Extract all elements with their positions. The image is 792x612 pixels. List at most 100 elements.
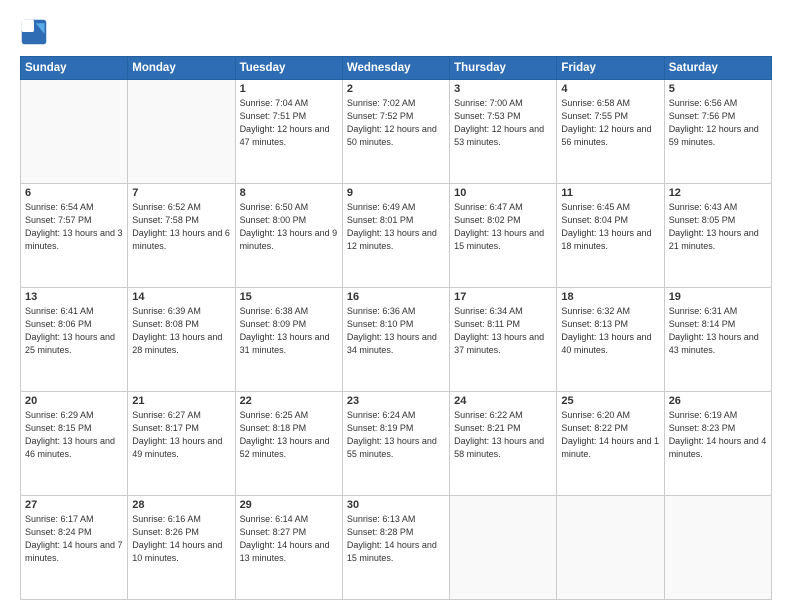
day-info: Sunrise: 6:45 AM Sunset: 8:04 PM Dayligh…	[561, 201, 659, 253]
calendar-cell: 13 Sunrise: 6:41 AM Sunset: 8:06 PM Dayli…	[21, 288, 128, 392]
calendar-cell: 7Sunrise: 6:52 AM Sunset: 7:58 PM Daylig…	[128, 184, 235, 288]
day-number: 7	[132, 187, 230, 199]
week-row-5: 27 Sunrise: 6:17 AM Sunset: 8:24 PM Dayli…	[21, 496, 772, 600]
day-number: 4	[561, 83, 659, 95]
day-number: 30	[347, 499, 445, 511]
day-info: Sunrise: 6:20 AM Sunset: 8:22 PM Dayligh…	[561, 409, 659, 461]
day-info: Sunrise: 6:58 AM Sunset: 7:55 PM Dayligh…	[561, 97, 659, 149]
day-info: Sunrise: 6:54 AM Sunset: 7:57 PM Dayligh…	[25, 201, 123, 253]
day-info: Sunrise: 6:13 AM Sunset: 8:28 PM Dayligh…	[347, 513, 445, 565]
day-info: Sunrise: 6:29 AM Sunset: 8:15 PM Dayligh…	[25, 409, 123, 461]
day-number: 28	[132, 499, 230, 511]
day-info: Sunrise: 6:27 AM Sunset: 8:17 PM Dayligh…	[132, 409, 230, 461]
day-number: 14	[132, 291, 230, 303]
day-info: Sunrise: 6:39 AM Sunset: 8:08 PM Dayligh…	[132, 305, 230, 357]
day-number: 23	[347, 395, 445, 407]
week-row-2: 6 Sunrise: 6:54 AM Sunset: 7:57 PM Daylig…	[21, 184, 772, 288]
day-number: 2	[347, 83, 445, 95]
day-number: 15	[240, 291, 338, 303]
weekday-header-tuesday: Tuesday	[235, 57, 342, 80]
day-number: 13	[25, 291, 123, 303]
day-number: 12	[669, 187, 767, 199]
day-number: 19	[669, 291, 767, 303]
day-number: 10	[454, 187, 552, 199]
calendar-cell: 24 Sunrise: 6:22 AM Sunset: 8:21 PM Dayli…	[450, 392, 557, 496]
calendar-cell: 12 Sunrise: 6:43 AM Sunset: 8:05 PM Dayli…	[664, 184, 771, 288]
day-number: 8	[240, 187, 338, 199]
calendar-cell: 6 Sunrise: 6:54 AM Sunset: 7:57 PM Daylig…	[21, 184, 128, 288]
day-info: Sunrise: 6:17 AM Sunset: 8:24 PM Dayligh…	[25, 513, 123, 565]
day-number: 17	[454, 291, 552, 303]
weekday-header-monday: Monday	[128, 57, 235, 80]
calendar-cell: 11 Sunrise: 6:45 AM Sunset: 8:04 PM Dayli…	[557, 184, 664, 288]
day-info: Sunrise: 6:14 AM Sunset: 8:27 PM Dayligh…	[240, 513, 338, 565]
calendar-cell: 20 Sunrise: 6:29 AM Sunset: 8:15 PM Dayli…	[21, 392, 128, 496]
day-info: Sunrise: 7:00 AM Sunset: 7:53 PM Dayligh…	[454, 97, 552, 149]
calendar-cell: 19 Sunrise: 6:31 AM Sunset: 8:14 PM Dayli…	[664, 288, 771, 392]
day-info: Sunrise: 6:32 AM Sunset: 8:13 PM Dayligh…	[561, 305, 659, 357]
day-number: 21	[132, 395, 230, 407]
day-info: Sunrise: 6:22 AM Sunset: 8:21 PM Dayligh…	[454, 409, 552, 461]
day-info: Sunrise: 6:31 AM Sunset: 8:14 PM Dayligh…	[669, 305, 767, 357]
calendar-cell: 5Sunrise: 6:56 AM Sunset: 7:56 PM Daylig…	[664, 80, 771, 184]
day-info: Sunrise: 6:19 AM Sunset: 8:23 PM Dayligh…	[669, 409, 767, 461]
calendar-table: SundayMondayTuesdayWednesdayThursdayFrid…	[20, 56, 772, 600]
header	[20, 18, 772, 46]
calendar-cell: 22 Sunrise: 6:25 AM Sunset: 8:18 PM Dayli…	[235, 392, 342, 496]
calendar-cell	[128, 80, 235, 184]
calendar-cell: 4 Sunrise: 6:58 AM Sunset: 7:55 PM Daylig…	[557, 80, 664, 184]
day-info: Sunrise: 6:43 AM Sunset: 8:05 PM Dayligh…	[669, 201, 767, 253]
day-info: Sunrise: 6:24 AM Sunset: 8:19 PM Dayligh…	[347, 409, 445, 461]
day-info: Sunrise: 6:56 AM Sunset: 7:56 PM Dayligh…	[669, 97, 767, 149]
day-number: 24	[454, 395, 552, 407]
day-number: 29	[240, 499, 338, 511]
calendar-cell	[21, 80, 128, 184]
calendar-cell: 23 Sunrise: 6:24 AM Sunset: 8:19 PM Dayli…	[342, 392, 449, 496]
calendar-cell: 2 Sunrise: 7:02 AM Sunset: 7:52 PM Daylig…	[342, 80, 449, 184]
logo	[20, 18, 52, 46]
calendar-cell: 26Sunrise: 6:19 AM Sunset: 8:23 PM Dayli…	[664, 392, 771, 496]
week-row-1: 1Sunrise: 7:04 AM Sunset: 7:51 PM Daylig…	[21, 80, 772, 184]
weekday-header-thursday: Thursday	[450, 57, 557, 80]
week-row-4: 20 Sunrise: 6:29 AM Sunset: 8:15 PM Dayli…	[21, 392, 772, 496]
calendar-cell: 15 Sunrise: 6:38 AM Sunset: 8:09 PM Dayli…	[235, 288, 342, 392]
calendar-cell: 29 Sunrise: 6:14 AM Sunset: 8:27 PM Dayli…	[235, 496, 342, 600]
weekday-header-friday: Friday	[557, 57, 664, 80]
day-info: Sunrise: 6:38 AM Sunset: 8:09 PM Dayligh…	[240, 305, 338, 357]
calendar-cell: 8 Sunrise: 6:50 AM Sunset: 8:00 PM Daylig…	[235, 184, 342, 288]
day-info: Sunrise: 6:49 AM Sunset: 8:01 PM Dayligh…	[347, 201, 445, 253]
calendar-cell: 30 Sunrise: 6:13 AM Sunset: 8:28 PM Dayli…	[342, 496, 449, 600]
calendar-cell: 9 Sunrise: 6:49 AM Sunset: 8:01 PM Daylig…	[342, 184, 449, 288]
day-info: Sunrise: 6:41 AM Sunset: 8:06 PM Dayligh…	[25, 305, 123, 357]
day-info: Sunrise: 7:04 AM Sunset: 7:51 PM Dayligh…	[240, 97, 338, 149]
weekday-header-saturday: Saturday	[664, 57, 771, 80]
calendar-cell: 3 Sunrise: 7:00 AM Sunset: 7:53 PM Daylig…	[450, 80, 557, 184]
day-number: 16	[347, 291, 445, 303]
weekday-header-wednesday: Wednesday	[342, 57, 449, 80]
calendar-cell	[664, 496, 771, 600]
day-number: 3	[454, 83, 552, 95]
day-info: Sunrise: 6:50 AM Sunset: 8:00 PM Dayligh…	[240, 201, 338, 253]
calendar-cell: 18 Sunrise: 6:32 AM Sunset: 8:13 PM Dayli…	[557, 288, 664, 392]
calendar-cell	[450, 496, 557, 600]
day-info: Sunrise: 6:47 AM Sunset: 8:02 PM Dayligh…	[454, 201, 552, 253]
calendar-cell: 25Sunrise: 6:20 AM Sunset: 8:22 PM Dayli…	[557, 392, 664, 496]
day-number: 20	[25, 395, 123, 407]
calendar-cell: 17 Sunrise: 6:34 AM Sunset: 8:11 PM Dayli…	[450, 288, 557, 392]
day-info: Sunrise: 6:16 AM Sunset: 8:26 PM Dayligh…	[132, 513, 230, 565]
day-number: 18	[561, 291, 659, 303]
logo-icon	[20, 18, 48, 46]
day-number: 27	[25, 499, 123, 511]
day-info: Sunrise: 6:25 AM Sunset: 8:18 PM Dayligh…	[240, 409, 338, 461]
day-number: 6	[25, 187, 123, 199]
calendar-cell: 10 Sunrise: 6:47 AM Sunset: 8:02 PM Dayli…	[450, 184, 557, 288]
calendar-cell	[557, 496, 664, 600]
day-number: 9	[347, 187, 445, 199]
calendar-cell: 16Sunrise: 6:36 AM Sunset: 8:10 PM Dayli…	[342, 288, 449, 392]
day-number: 22	[240, 395, 338, 407]
day-info: Sunrise: 7:02 AM Sunset: 7:52 PM Dayligh…	[347, 97, 445, 149]
day-number: 11	[561, 187, 659, 199]
calendar-cell: 14 Sunrise: 6:39 AM Sunset: 8:08 PM Dayli…	[128, 288, 235, 392]
calendar-cell: 21 Sunrise: 6:27 AM Sunset: 8:17 PM Dayli…	[128, 392, 235, 496]
day-info: Sunrise: 6:34 AM Sunset: 8:11 PM Dayligh…	[454, 305, 552, 357]
